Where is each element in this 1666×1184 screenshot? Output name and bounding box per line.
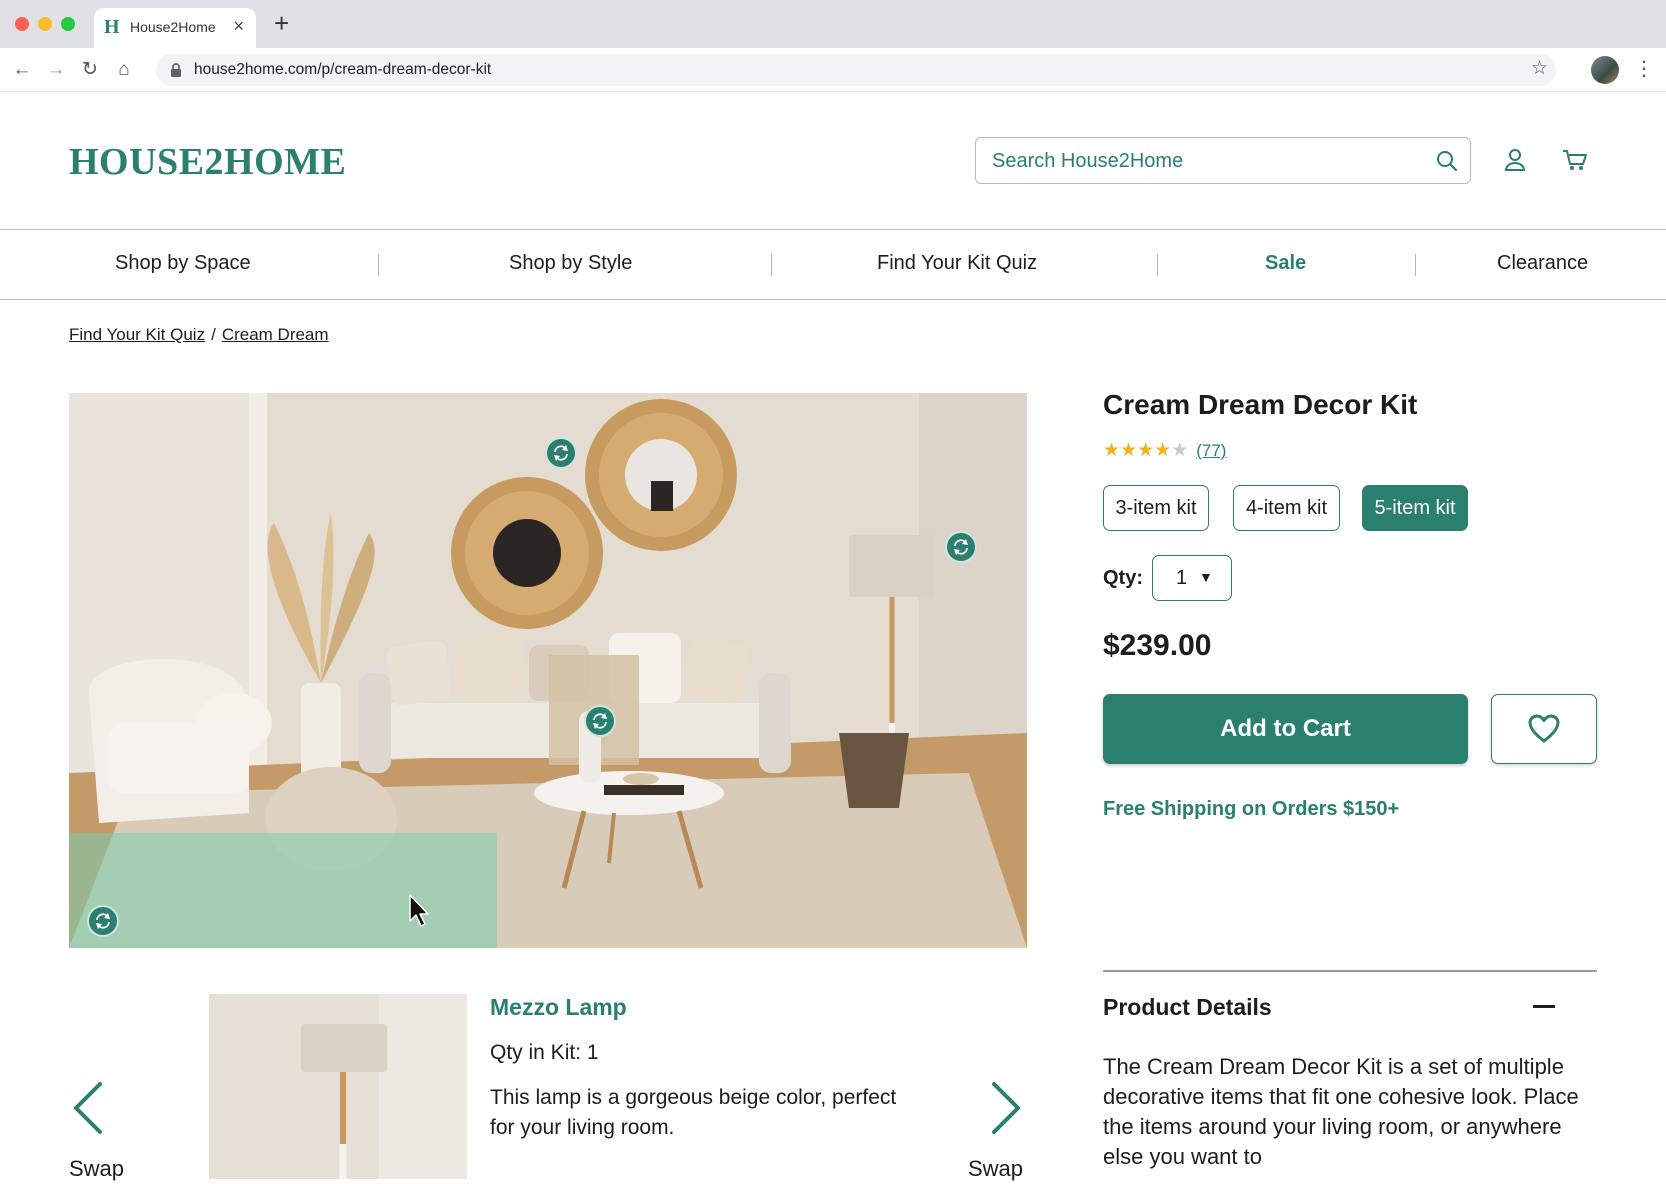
swap-hotspot-vase[interactable] xyxy=(584,705,616,737)
qty-label: Qty: xyxy=(1103,567,1143,589)
kit-item-name[interactable]: Mezzo Lamp xyxy=(490,994,627,1021)
tab-title: House2Home xyxy=(130,19,216,35)
breadcrumb-separator: / xyxy=(211,325,216,344)
breadcrumb-find-your-kit-quiz[interactable]: Find Your Kit Quiz xyxy=(69,325,205,344)
free-shipping-note: Free Shipping on Orders $150+ xyxy=(1103,798,1400,820)
chevron-right-icon[interactable] xyxy=(990,1081,1024,1135)
wishlist-button[interactable] xyxy=(1491,694,1597,764)
product-title: Cream Dream Decor Kit xyxy=(1103,389,1418,420)
star-icon: ★ xyxy=(1120,440,1138,461)
nav-divider xyxy=(378,254,379,276)
search-input[interactable] xyxy=(992,148,1412,174)
browser-menu-icon[interactable]: ⋮ xyxy=(1634,56,1654,81)
star-icon: ★ xyxy=(1154,440,1172,461)
swap-icon xyxy=(554,445,568,461)
reload-icon[interactable]: ↻ xyxy=(77,57,103,83)
window-zoom-button[interactable] xyxy=(61,17,75,31)
browser-tab[interactable]: H House2Home × xyxy=(94,8,256,48)
chevron-left-icon[interactable] xyxy=(70,1081,104,1135)
main-nav: Shop by Space Shop by Style Find Your Ki… xyxy=(0,229,1666,300)
breadcrumb-cream-dream[interactable]: Cream Dream xyxy=(222,325,329,344)
site-favicon-icon: H xyxy=(104,16,120,38)
account-icon[interactable] xyxy=(1504,148,1526,172)
review-count-link[interactable]: (77) xyxy=(1196,441,1226,460)
swap-icon xyxy=(954,539,968,555)
product-details-heading[interactable]: Product Details xyxy=(1103,994,1272,1021)
kit-item-description: This lamp is a gorgeous beige color, per… xyxy=(490,1086,897,1139)
nav-divider xyxy=(1157,254,1158,276)
site-logo[interactable]: HOUSE2HOME xyxy=(69,140,346,184)
caret-down-icon: ▼ xyxy=(1199,569,1213,585)
mouse-pointer-icon xyxy=(409,894,429,927)
profile-avatar[interactable] xyxy=(1591,56,1619,84)
browser-tab-bar: H House2Home × + xyxy=(0,0,1666,48)
add-to-cart-button[interactable]: Add to Cart xyxy=(1103,694,1468,764)
quantity-select[interactable]: 1 ▼ xyxy=(1152,555,1232,601)
home-icon[interactable]: ⌂ xyxy=(111,57,137,83)
swap-left-button[interactable]: Swap xyxy=(69,1156,124,1182)
nav-divider xyxy=(771,254,772,276)
search-box xyxy=(975,137,1471,184)
swap-hotspot-lamp[interactable] xyxy=(945,531,977,563)
url-field[interactable]: house2home.com/p/cream-dream-decor-kit ☆ xyxy=(156,54,1556,86)
kit-option-3-item[interactable]: 3-item kit xyxy=(1103,485,1209,531)
details-divider xyxy=(1103,970,1597,972)
nav-divider xyxy=(1415,254,1416,276)
collapse-minus-icon[interactable] xyxy=(1533,1005,1555,1008)
nav-find-your-kit-quiz[interactable]: Find Your Kit Quiz xyxy=(877,252,1037,275)
swap-hotspot-mirrors[interactable] xyxy=(545,437,577,469)
swap-hotspot-rug[interactable] xyxy=(87,905,119,937)
lamp-thumbnail xyxy=(209,994,467,1179)
back-arrow-icon[interactable]: ← xyxy=(9,57,35,83)
new-tab-button[interactable]: + xyxy=(274,10,289,36)
kit-item-qty: Qty in Kit: 1 xyxy=(490,1041,599,1064)
kit-item-image xyxy=(209,994,467,1179)
swap-icon xyxy=(593,713,607,729)
product-room-image xyxy=(69,393,1027,948)
nav-clearance[interactable]: Clearance xyxy=(1497,252,1588,275)
swap-right-button[interactable]: Swap xyxy=(968,1156,1023,1182)
star-icon: ★ xyxy=(1137,440,1155,461)
bookmark-star-icon[interactable]: ☆ xyxy=(1531,57,1548,80)
product-price: $239.00 xyxy=(1103,629,1212,662)
forward-arrow-icon[interactable]: → xyxy=(43,57,69,83)
nav-sale[interactable]: Sale xyxy=(1265,252,1306,275)
nav-shop-by-space[interactable]: Shop by Space xyxy=(115,252,251,275)
cart-icon[interactable] xyxy=(1562,148,1588,172)
address-bar: ← → ↻ ⌂ house2home.com/p/cream-dream-dec… xyxy=(0,48,1666,92)
kit-option-5-item[interactable]: 5-item kit xyxy=(1362,485,1468,531)
swap-icon xyxy=(96,913,110,929)
breadcrumb: Find Your Kit Quiz / Cream Dream xyxy=(69,325,329,345)
heart-icon xyxy=(1528,714,1560,743)
product-details-text: The Cream Dream Decor Kit is a set of mu… xyxy=(1103,1054,1579,1169)
star-empty-icon: ★ xyxy=(1171,440,1189,461)
search-icon[interactable] xyxy=(1436,150,1458,172)
window-close-button[interactable] xyxy=(15,17,29,31)
close-icon[interactable]: × xyxy=(233,16,244,37)
kit-option-4-item[interactable]: 4-item kit xyxy=(1233,485,1340,531)
window-minimize-button[interactable] xyxy=(38,17,52,31)
url-text: house2home.com/p/cream-dream-decor-kit xyxy=(194,61,492,78)
star-rating: ★★★★★ (77) xyxy=(1103,439,1226,462)
star-icon: ★ xyxy=(1103,440,1121,461)
rug-highlight[interactable] xyxy=(69,833,497,948)
lock-icon xyxy=(171,63,181,77)
nav-shop-by-style[interactable]: Shop by Style xyxy=(509,252,632,275)
qty-value: 1 xyxy=(1176,567,1188,589)
